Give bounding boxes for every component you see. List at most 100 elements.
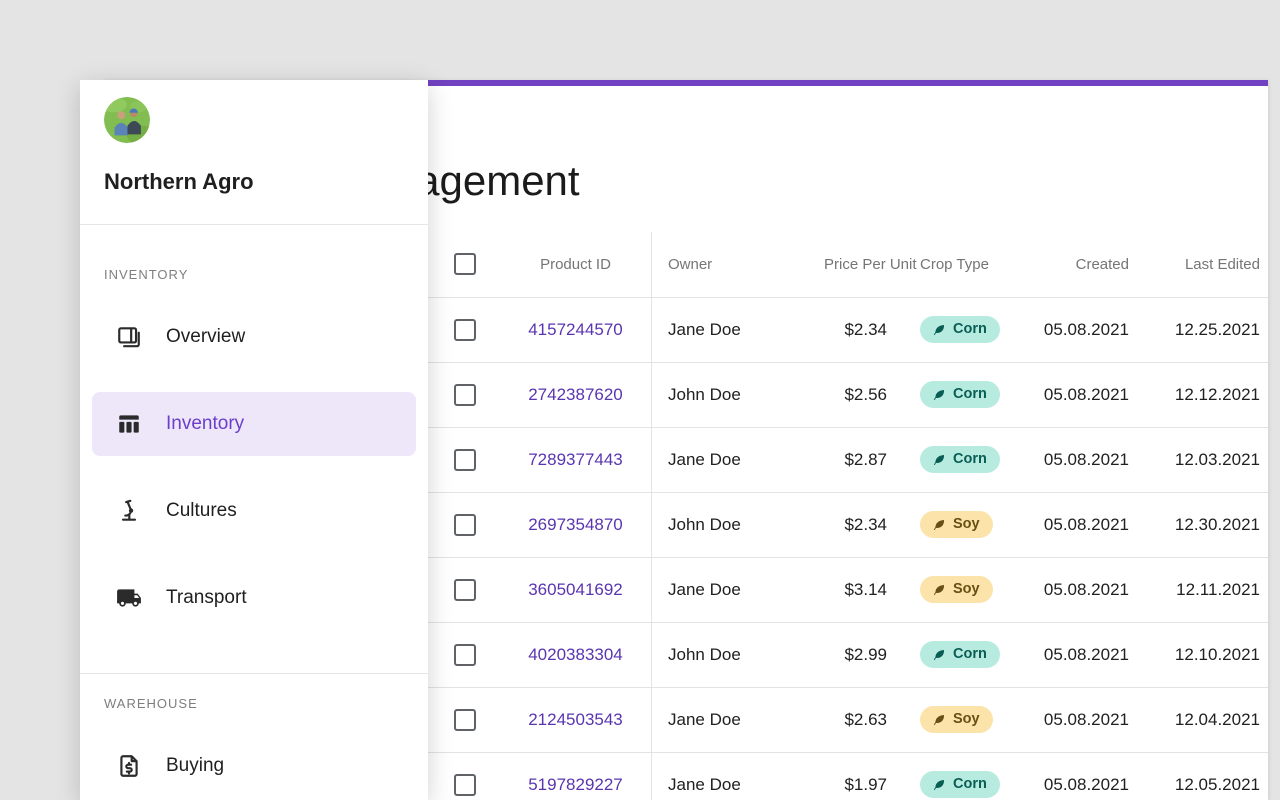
receipt-icon xyxy=(116,753,142,779)
price-cell: $1.97 xyxy=(824,752,891,800)
crop-type-badge: Soy xyxy=(920,706,993,733)
leaf-icon xyxy=(933,713,946,726)
crop-type-badge: Corn xyxy=(920,771,1000,798)
sidebar-item-overview[interactable]: Overview xyxy=(92,305,416,369)
column-header-owner: Owner xyxy=(651,232,824,297)
crop-type-badge: Corn xyxy=(920,381,1000,408)
last-edited-cell: 12.11.2021 xyxy=(1133,557,1268,622)
product-id-link[interactable]: 2124503543 xyxy=(528,710,623,729)
last-edited-cell: 12.03.2021 xyxy=(1133,427,1268,492)
row-checkbox[interactable] xyxy=(454,774,476,796)
crop-type-badge: Soy xyxy=(920,511,993,538)
sidebar-section-divider xyxy=(80,673,428,674)
created-cell: 05.08.2021 xyxy=(1037,622,1133,687)
truck-icon xyxy=(116,585,142,611)
product-id-link[interactable]: 5197829227 xyxy=(528,775,623,794)
product-id-link[interactable]: 4020383304 xyxy=(528,645,623,664)
created-cell: 05.08.2021 xyxy=(1037,297,1133,362)
column-header-created: Created xyxy=(1037,232,1133,297)
row-checkbox[interactable] xyxy=(454,579,476,601)
crop-type-label: Corn xyxy=(953,452,987,467)
overview-icon xyxy=(116,324,142,350)
product-id-link[interactable]: 7289377443 xyxy=(528,450,623,469)
crop-type-label: Corn xyxy=(953,647,987,662)
last-edited-cell: 12.05.2021 xyxy=(1133,752,1268,800)
price-cell: $2.56 xyxy=(824,362,891,427)
price-cell: $2.34 xyxy=(824,492,891,557)
row-checkbox[interactable] xyxy=(454,514,476,536)
owner-cell: John Doe xyxy=(651,492,824,557)
sidebar-item-cultures[interactable]: Cultures xyxy=(92,479,416,543)
sidebar-section-label: WAREHOUSE xyxy=(104,696,404,711)
select-all-checkbox[interactable] xyxy=(454,253,476,275)
product-id-link[interactable]: 2697354870 xyxy=(528,515,623,534)
row-checkbox[interactable] xyxy=(454,644,476,666)
crop-type-badge: Soy xyxy=(920,576,993,603)
sidebar-item-inventory[interactable]: Inventory xyxy=(92,392,416,456)
sidebar-nav: INVENTORY Overview Inventory Cultures Transp… xyxy=(80,267,428,798)
price-cell: $3.14 xyxy=(824,557,891,622)
last-edited-cell: 12.04.2021 xyxy=(1133,687,1268,752)
crop-type-label: Corn xyxy=(953,387,987,402)
owner-cell: Jane Doe xyxy=(651,297,824,362)
org-avatar[interactable] xyxy=(104,97,150,143)
created-cell: 05.08.2021 xyxy=(1037,427,1133,492)
leaf-icon xyxy=(933,518,946,531)
price-cell: $2.87 xyxy=(824,427,891,492)
column-header-last-edited: Last Edited xyxy=(1133,232,1268,297)
last-edited-cell: 12.30.2021 xyxy=(1133,492,1268,557)
leaf-icon xyxy=(933,453,946,466)
microscope-icon xyxy=(116,498,142,524)
created-cell: 05.08.2021 xyxy=(1037,492,1133,557)
sidebar-item-label: Transport xyxy=(166,587,247,609)
crop-type-label: Soy xyxy=(953,517,980,532)
leaf-icon xyxy=(933,583,946,596)
owner-cell: Jane Doe xyxy=(651,427,824,492)
row-checkbox[interactable] xyxy=(454,384,476,406)
owner-cell: Jane Doe xyxy=(651,687,824,752)
sidebar-item-label: Buying xyxy=(166,755,224,777)
sidebar-section-warehouse: WAREHOUSE Buying xyxy=(92,696,416,798)
sidebar-section-label: INVENTORY xyxy=(104,267,404,282)
sidebar-drawer: Northern Agro INVENTORY Overview Inventory… xyxy=(80,80,428,800)
row-checkbox[interactable] xyxy=(454,709,476,731)
table-column-divider xyxy=(651,232,652,800)
crop-type-label: Corn xyxy=(953,322,987,337)
org-name: Northern Agro xyxy=(104,169,404,195)
sidebar-item-label: Cultures xyxy=(166,500,237,522)
owner-cell: Jane Doe xyxy=(651,752,824,800)
owner-cell: John Doe xyxy=(651,622,824,687)
org-profile: Northern Agro xyxy=(80,80,428,225)
header-checkbox-cell xyxy=(454,232,500,297)
crop-type-label: Soy xyxy=(953,712,980,727)
product-id-link[interactable]: 2742387620 xyxy=(528,385,623,404)
sidebar-item-label: Inventory xyxy=(166,413,244,435)
last-edited-cell: 12.25.2021 xyxy=(1133,297,1268,362)
row-checkbox[interactable] xyxy=(454,449,476,471)
owner-cell: Jane Doe xyxy=(651,557,824,622)
sidebar-item-transport[interactable]: Transport xyxy=(92,566,416,630)
product-id-link[interactable]: 3605041692 xyxy=(528,580,623,599)
leaf-icon xyxy=(933,778,946,791)
last-edited-cell: 12.10.2021 xyxy=(1133,622,1268,687)
last-edited-cell: 12.12.2021 xyxy=(1133,362,1268,427)
sidebar-item-buying[interactable]: Buying xyxy=(92,734,416,798)
leaf-icon xyxy=(933,388,946,401)
owner-cell: John Doe xyxy=(651,362,824,427)
row-checkbox[interactable] xyxy=(454,319,476,341)
crop-type-label: Corn xyxy=(953,777,987,792)
created-cell: 05.08.2021 xyxy=(1037,362,1133,427)
table-icon xyxy=(116,411,142,437)
crop-type-badge: Corn xyxy=(920,316,1000,343)
product-id-link[interactable]: 4157244570 xyxy=(528,320,623,339)
created-cell: 05.08.2021 xyxy=(1037,557,1133,622)
leaf-icon xyxy=(933,648,946,661)
crop-type-badge: Corn xyxy=(920,446,1000,473)
crop-type-badge: Corn xyxy=(920,641,1000,668)
price-cell: $2.63 xyxy=(824,687,891,752)
leaf-icon xyxy=(933,323,946,336)
column-header-product-id: Product ID xyxy=(500,232,651,297)
column-header-price-per-unit: Price Per Unit xyxy=(824,232,891,297)
sidebar-item-label: Overview xyxy=(166,326,245,348)
crop-type-label: Soy xyxy=(953,582,980,597)
